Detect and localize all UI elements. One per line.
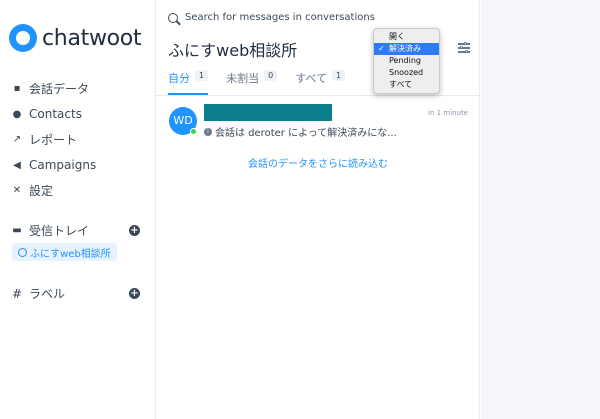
sidebar: chatwoot ▪ 会話データ ● Contacts ↗ レポート ◀ Cam… bbox=[0, 0, 156, 419]
filter-settings-icon[interactable] bbox=[458, 42, 470, 53]
sidebar-item-inbox[interactable]: ふにすweb相談所 bbox=[12, 243, 117, 261]
labels-section-header: # ラベル + bbox=[0, 285, 156, 302]
option-label: 開く bbox=[389, 32, 405, 41]
nav-label: 会話データ bbox=[29, 82, 90, 97]
tab-label: 自分 bbox=[168, 72, 190, 85]
inbox-item-label: ふにすweb相談所 bbox=[30, 248, 111, 260]
person-icon: ● bbox=[12, 108, 22, 120]
status-option-all[interactable]: すべて bbox=[374, 79, 439, 91]
labels-label: ラベル bbox=[29, 287, 66, 301]
chat-icon: ▪ bbox=[13, 83, 21, 95]
megaphone-icon: ◀ bbox=[13, 159, 21, 171]
nav-item-conversations[interactable]: ▪ 会話データ bbox=[0, 76, 156, 102]
option-label: 解決済み bbox=[389, 44, 421, 53]
online-status-dot bbox=[190, 128, 197, 135]
tab-label: 未割当 bbox=[226, 72, 260, 85]
nav-label: Campaigns bbox=[29, 158, 97, 173]
tab-all[interactable]: すべて 1 bbox=[295, 70, 346, 95]
nav-label: 設定 bbox=[29, 184, 54, 199]
checkmark-icon: ✓ bbox=[378, 44, 385, 53]
status-dropdown-menu[interactable]: 開く ✓ 解決済み Pending Snoozed すべて bbox=[373, 28, 440, 94]
search-bar[interactable]: Search for messages in conversations bbox=[168, 12, 375, 23]
status-option-resolved[interactable]: ✓ 解決済み bbox=[374, 43, 439, 55]
preview-text: 会話は deroter によって解決済みにな... bbox=[215, 128, 397, 139]
option-label: Pending bbox=[389, 56, 421, 65]
option-label: すべて bbox=[389, 80, 413, 89]
nav-label: Contacts bbox=[29, 107, 82, 122]
tab-count-badge: 0 bbox=[264, 70, 278, 81]
option-label: Snoozed bbox=[389, 68, 424, 77]
load-more-link[interactable]: 会話のデータをさらに読み込む bbox=[156, 155, 480, 170]
nav-item-settings[interactable]: ✕ 設定 bbox=[0, 178, 156, 204]
nav-item-contacts[interactable]: ● Contacts bbox=[0, 102, 156, 128]
add-inbox-icon[interactable]: + bbox=[129, 225, 140, 236]
tools-icon: ✕ bbox=[12, 185, 22, 197]
assignee-tabs: 自分 1 未割当 0 すべて 1 bbox=[168, 70, 363, 95]
chatwoot-logo[interactable]: chatwoot bbox=[9, 24, 142, 52]
status-option-snoozed[interactable]: Snoozed bbox=[374, 67, 439, 79]
redacted-contact-name bbox=[204, 104, 332, 121]
nav-label: レポート bbox=[29, 133, 78, 148]
tabs-divider bbox=[156, 95, 480, 96]
tab-unassigned[interactable]: 未割当 0 bbox=[226, 70, 278, 95]
search-placeholder: Search for messages in conversations bbox=[185, 12, 375, 23]
logo-text: chatwoot bbox=[42, 25, 142, 51]
primary-nav: ▪ 会話データ ● Contacts ↗ レポート ◀ Campaigns ✕ … bbox=[0, 76, 156, 204]
tab-count-badge: 1 bbox=[331, 70, 346, 81]
info-icon: i bbox=[204, 127, 212, 136]
message-preview: i 会話は deroter によって解決済みにな... bbox=[204, 124, 397, 139]
folder-icon: ▬ bbox=[12, 225, 22, 236]
inboxes-section-header: ▬ 受信トレイ + bbox=[0, 222, 156, 239]
add-label-icon[interactable]: + bbox=[129, 288, 140, 299]
conversation-time: in 1 minute bbox=[428, 109, 468, 117]
conversation-detail-pane bbox=[481, 0, 600, 419]
page-title: ふにすweb相談所 bbox=[168, 41, 298, 60]
status-option-pending[interactable]: Pending bbox=[374, 55, 439, 67]
chatwoot-logo-icon bbox=[9, 24, 37, 52]
globe-icon bbox=[18, 247, 27, 257]
hash-icon: # bbox=[11, 286, 23, 301]
nav-item-reports[interactable]: ↗ レポート bbox=[0, 127, 156, 153]
search-icon bbox=[168, 12, 178, 23]
inboxes-label: 受信トレイ bbox=[29, 224, 90, 238]
conversation-card[interactable]: WD in 1 minute i 会話は deroter によって解決済みにな.… bbox=[156, 103, 480, 143]
nav-item-campaigns[interactable]: ◀ Campaigns bbox=[0, 153, 156, 179]
chart-icon: ↗ bbox=[12, 134, 22, 146]
tab-mine[interactable]: 自分 1 bbox=[168, 70, 209, 95]
tab-count-badge: 1 bbox=[195, 70, 209, 81]
tab-label: すべて bbox=[295, 72, 327, 85]
status-option-open[interactable]: 開く bbox=[374, 31, 439, 43]
